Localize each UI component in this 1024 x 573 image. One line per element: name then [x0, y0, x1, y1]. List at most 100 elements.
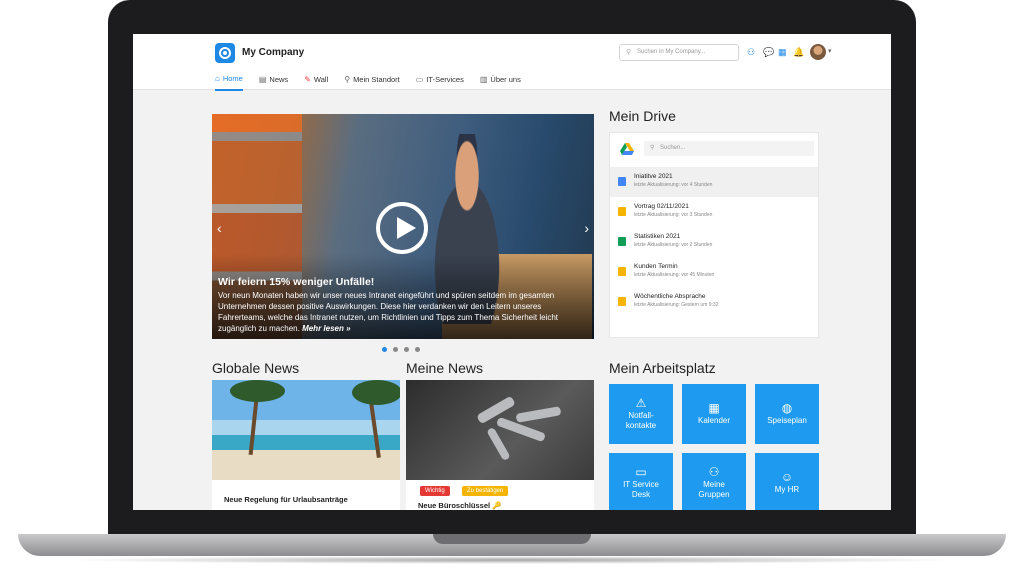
key-shape: [486, 426, 511, 462]
tile-my-hr[interactable]: ☺ My HR: [755, 453, 819, 510]
nav-item-home[interactable]: ⌂ Home: [215, 74, 243, 91]
search-input[interactable]: ⚲ Suchen in My Company...: [619, 44, 739, 61]
chevron-right-icon[interactable]: ›: [584, 220, 589, 236]
slides-icon: [618, 267, 626, 276]
company-name[interactable]: My Company: [242, 47, 304, 58]
tile-label: Notfall- kontakte: [625, 410, 657, 430]
nav-item-ueber-uns[interactable]: ▥ Über uns: [480, 74, 521, 91]
drive-search-placeholder: Suchen...: [660, 145, 686, 151]
nav-item-wall[interactable]: ✎ Wall: [304, 74, 328, 91]
drive-file[interactable]: Vortrag 02/11/2021 letzte Aktualisierung:…: [610, 197, 818, 227]
nav-label: News: [269, 75, 289, 84]
badge-important: Wichtig: [420, 486, 450, 496]
file-name: Wöchentliche Absprache: [634, 293, 706, 300]
drive-file[interactable]: Kunden Termin letzte Aktualisierung: vor …: [610, 257, 818, 287]
main-nav: ⌂ Home ▤ News ✎ Wall ⚲ Mein Standort ▭ IT-Ser…: [215, 74, 537, 91]
file-meta: letzte Aktualisierung: vor 45 Minuten: [634, 272, 715, 278]
keys-image: [406, 380, 594, 480]
chat-icon[interactable]: 💬: [763, 47, 774, 58]
file-name: Kunden Termin: [634, 263, 678, 270]
apps-grid-icon[interactable]: ▦: [778, 47, 787, 58]
nav-label: IT-Services: [426, 75, 464, 84]
carousel-dot[interactable]: [393, 347, 398, 352]
screen: My Company ⚲ Suchen in My Company... ⚇ 💬…: [133, 34, 891, 510]
nav-label: Über uns: [490, 75, 521, 84]
nav-label: Mein Standort: [353, 75, 400, 84]
carousel-dot[interactable]: [404, 347, 409, 352]
news-title[interactable]: Neue Büroschlüssel 🔑: [418, 501, 502, 510]
tile-speiseplan[interactable]: ◍ Speiseplan: [755, 384, 819, 444]
warning-icon: ⚠: [635, 395, 647, 410]
key-shape: [515, 406, 562, 423]
hero-carousel[interactable]: ‹ › Wir feiern 15% weniger Unfälle! Vor …: [212, 114, 594, 339]
chevron-down-icon[interactable]: ▾: [828, 47, 832, 55]
play-button[interactable]: [376, 202, 428, 254]
file-meta: letzte Aktualisierung: vor 3 Stunden: [634, 212, 713, 218]
tile-it-service-desk[interactable]: ▭ IT Service Desk: [609, 453, 673, 510]
nav-label: Wall: [313, 75, 329, 84]
person-icon: ☺: [780, 469, 794, 484]
hero-title: Wir feiern 15% weniger Unfälle!: [218, 276, 375, 288]
food-icon: ◍: [781, 400, 793, 415]
location-pin-icon: ⚲: [344, 75, 351, 84]
drive-file[interactable]: Iniatitve 2021 letzte Aktualisierung: vor…: [610, 167, 818, 197]
file-meta: letzte Aktualisierung: Gestern um 9:32: [634, 302, 719, 308]
nav-item-news[interactable]: ▤ News: [259, 74, 288, 91]
calendar-icon: ▦: [708, 400, 720, 415]
tile-label: Meine Gruppen: [698, 479, 730, 499]
group-icon: ⚇: [708, 464, 720, 479]
palm-leaves: [230, 380, 285, 402]
carousel-dots: [382, 347, 420, 352]
carousel-dot[interactable]: [382, 347, 387, 352]
docs-icon: [618, 177, 626, 186]
drive-file[interactable]: Wöchentliche Absprache letzte Aktualisier…: [610, 287, 818, 317]
wall-icon: ✎: [304, 75, 311, 84]
search-icon: ⚲: [650, 145, 655, 151]
file-meta: letzte Aktualisierung: vor 4 Stunden: [634, 182, 713, 188]
building-icon: ▥: [479, 75, 488, 84]
home-icon: ⌂: [215, 74, 220, 83]
tile-kalender[interactable]: ▦ Kalender: [682, 384, 746, 444]
drive-title: Mein Drive: [609, 108, 676, 124]
beach-image: [212, 380, 400, 480]
file-meta: letzte Aktualisierung: vor 2 Stunden: [634, 242, 713, 248]
tile-meine-gruppen[interactable]: ⚇ Meine Gruppen: [682, 453, 746, 510]
laptop-shadow: [60, 556, 964, 564]
nav-item-standort[interactable]: ⚲ Mein Standort: [344, 74, 400, 91]
news-title[interactable]: Neue Regelung für Urlaubsanträge: [224, 495, 348, 504]
drive-search-input[interactable]: ⚲ Suchen...: [644, 141, 814, 156]
slides-icon: [618, 297, 626, 306]
community-icon[interactable]: ⚇: [747, 47, 755, 58]
file-name: Statistiken 2021: [634, 233, 681, 240]
drive-panel: ⚲ Suchen... Iniatitve 2021 letzte Aktualis…: [609, 132, 819, 338]
file-name: Vortrag 02/11/2021: [634, 203, 689, 210]
slides-icon: [618, 207, 626, 216]
workplace-title: Mein Arbeitsplatz: [609, 360, 716, 376]
my-news-title: Meine News: [406, 360, 484, 376]
global-news-card[interactable]: Neue Regelung für Urlaubsanträge: [212, 380, 400, 510]
tile-label: Speiseplan: [767, 415, 807, 425]
carousel-dot[interactable]: [415, 347, 420, 352]
tile-label: Kalender: [697, 415, 731, 425]
chevron-left-icon[interactable]: ‹: [217, 220, 222, 236]
search-placeholder: Suchen in My Company...: [637, 49, 706, 55]
avatar[interactable]: [810, 44, 826, 60]
monitor-icon: ▭: [635, 464, 647, 479]
tile-label: My HR: [774, 484, 800, 494]
drive-file[interactable]: Statistiken 2021 letzte Aktualisierung: v…: [610, 227, 818, 257]
global-news-title: Globale News: [212, 360, 300, 376]
company-logo-icon[interactable]: [215, 43, 235, 63]
tile-notfallkontakte[interactable]: ⚠ Notfall- kontakte: [609, 384, 673, 444]
file-name: Iniatitve 2021: [634, 173, 673, 180]
tile-label: IT Service Desk: [623, 479, 659, 499]
nav-item-it-services[interactable]: ▭ IT-Services: [416, 74, 464, 91]
hero-text: Vor neun Monaten haben wir unser neues I…: [218, 290, 588, 334]
top-bar: My Company ⚲ Suchen in My Company... ⚇ 💬…: [133, 34, 891, 91]
google-drive-icon: [620, 143, 634, 155]
my-news-card[interactable]: Wichtig Zu bestätigen Neue Büroschlüssel…: [406, 380, 594, 510]
monitor-icon: ▭: [415, 75, 424, 84]
read-more-link[interactable]: Mehr lesen »: [302, 324, 350, 333]
sheets-icon: [618, 237, 626, 246]
bell-icon[interactable]: 🔔: [793, 47, 804, 58]
palm-leaves: [352, 380, 400, 405]
